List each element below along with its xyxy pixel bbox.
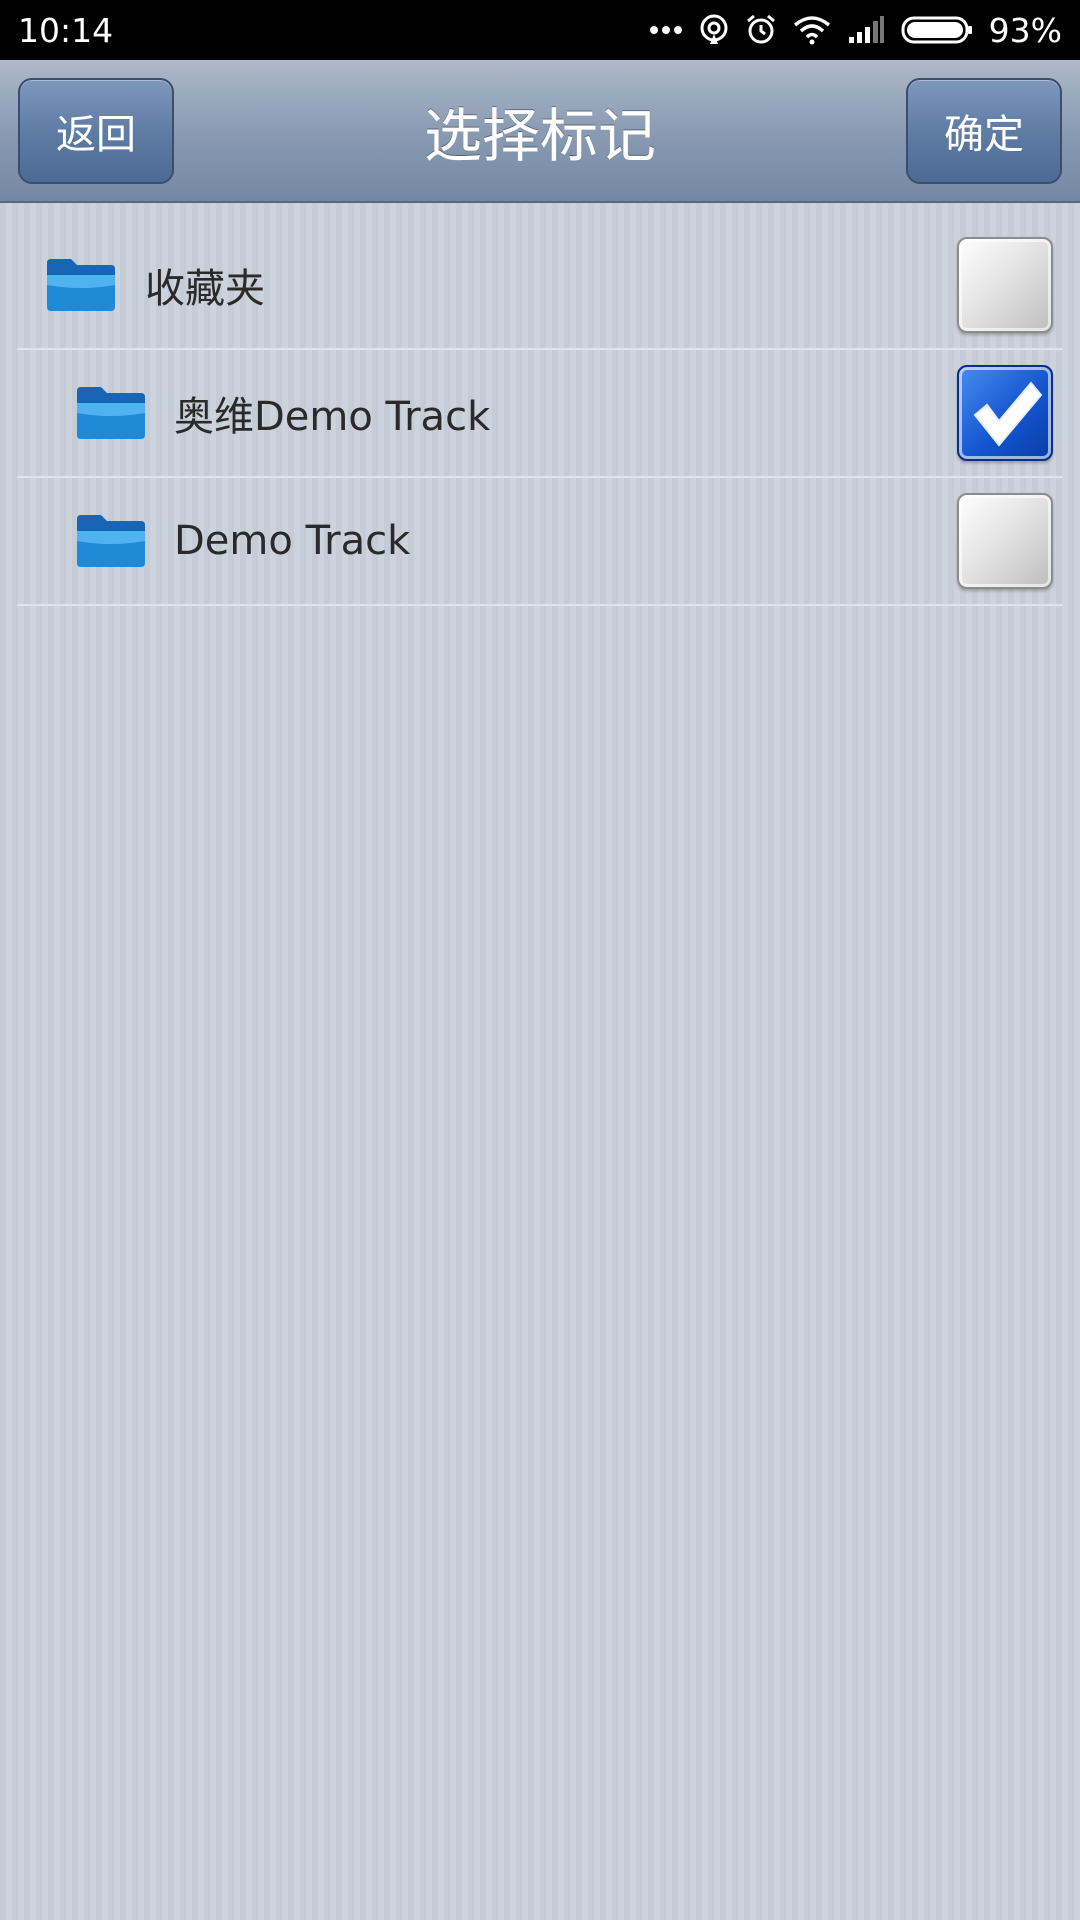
status-bar: 10:14 93% [0,0,1080,60]
item-label: 收藏夹 [145,266,265,312]
battery-icon [901,15,973,45]
title-bar: 返回 选择标记 确定 [0,60,1080,203]
item-checkbox[interactable] [957,493,1053,589]
status-time: 10:14 [18,10,114,50]
wifi-icon [793,15,831,45]
folder-icon [45,257,117,313]
signal-icon [847,15,885,45]
list-item[interactable]: 收藏夹 [17,222,1063,350]
more-dots-icon [649,25,683,35]
list-item[interactable]: Demo Track [17,478,1063,606]
folder-icon [75,385,147,441]
hotspot-icon [699,14,729,46]
alarm-icon [745,14,777,46]
item-checkbox[interactable] [957,365,1053,461]
marker-list: 收藏夹 奥维Demo Track Demo Track [17,222,1063,606]
confirm-button[interactable]: 确定 [906,78,1062,184]
checkmark-icon [973,381,1043,447]
item-label: Demo Track [174,518,411,564]
status-icons: 93% [649,11,1062,50]
battery-percent: 93% [988,10,1062,50]
list-item[interactable]: 奥维Demo Track [17,350,1063,478]
item-label: 奥维Demo Track [174,394,491,440]
item-checkbox[interactable] [957,237,1053,333]
folder-icon [75,513,147,569]
